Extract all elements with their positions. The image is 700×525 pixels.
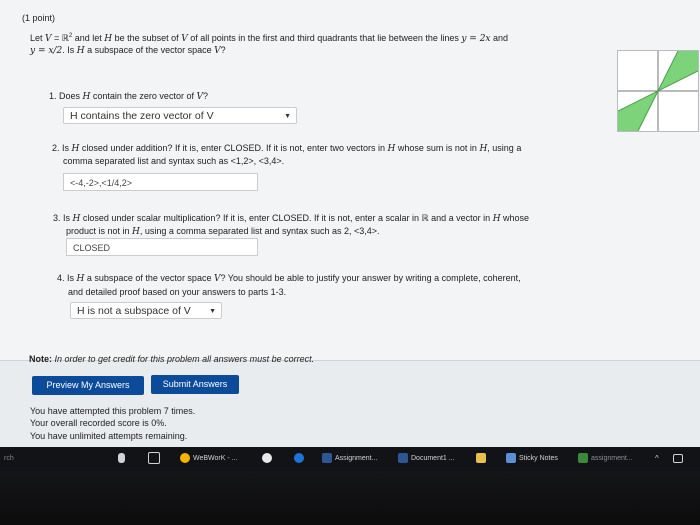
question-3-text-line1: 3. Is H closed under scalar multiplicati…	[53, 213, 530, 224]
question-3-text-line2: product is not in H, using a comma separ…	[66, 226, 380, 237]
question-2-text-line1: 2. Is H closed under addition? If it is,…	[52, 143, 522, 154]
note-text: Note: In order to get credit for this pr…	[29, 354, 315, 364]
monitor-bezel	[0, 471, 700, 525]
file-explorer-icon[interactable]	[476, 451, 489, 467]
question-2-text-line2: comma separated list and syntax such as …	[63, 156, 285, 166]
problem-intro-line1: Let V = ℝ2 and let H be the subset of V …	[30, 33, 509, 44]
remaining-status: You have unlimited attempts remaining.	[30, 431, 188, 441]
region-third-quadrant	[618, 91, 658, 131]
notification-icon[interactable]	[673, 451, 686, 467]
windows-taskbar: rch WeBWorK - ... Assignment... Document…	[0, 447, 700, 471]
region-first-quadrant	[658, 51, 698, 91]
word-icon	[398, 453, 408, 464]
question-1-select[interactable]: H contains the zero vector of V ▼	[63, 107, 297, 124]
problem-points: (1 point)	[22, 13, 56, 23]
chevron-up-icon[interactable]: ^	[655, 451, 659, 467]
taskbar-assignment[interactable]: Assignment...	[322, 451, 377, 467]
taskbar-assignment-2[interactable]: assignment...	[578, 451, 633, 467]
browser-page: (1 point) Let V = ℝ2 and let H be the su…	[0, 0, 700, 447]
submit-answers-button[interactable]: Submit Answers	[151, 375, 239, 394]
score-status: Your overall recorded score is 0%.	[30, 418, 167, 428]
word-icon	[322, 453, 332, 464]
region-graph[interactable]	[617, 50, 699, 132]
chevron-down-icon: ▼	[209, 308, 216, 315]
sticky-notes-icon	[506, 453, 516, 464]
question-1-text: 1. Does H contain the zero vector of V?	[49, 91, 208, 102]
task-view-icon[interactable]	[148, 451, 163, 467]
question-4-text-line1: 4. Is H a subspace of the vector space V…	[57, 273, 521, 284]
taskbar-document[interactable]: Document1 ...	[398, 451, 455, 467]
microphone-icon[interactable]	[118, 451, 128, 467]
chrome-icon	[180, 453, 190, 464]
region-graph-svg	[617, 50, 699, 132]
preview-answers-button[interactable]: Preview My Answers	[32, 376, 144, 395]
search-box[interactable]: rch	[4, 451, 14, 467]
settings-icon[interactable]	[262, 451, 275, 467]
question-4-select[interactable]: H is not a subspace of V ▼	[70, 302, 222, 319]
question-4-text-line2: and detailed proof based on your answers…	[68, 287, 287, 297]
taskbar-webwork[interactable]: WeBWorK - ...	[180, 451, 237, 467]
chevron-down-icon: ▼	[284, 113, 291, 120]
problem-panel: (1 point) Let V = ℝ2 and let H be the su…	[0, 0, 700, 361]
edge-icon[interactable]	[294, 451, 307, 467]
question-2-answer-input[interactable]: <-4,-2>,<1/4,2>	[63, 173, 258, 191]
problem-intro-line2: y = x/2. Is H a subspace of the vector s…	[30, 45, 226, 56]
app-icon	[578, 453, 588, 464]
question-3-answer-input[interactable]: CLOSED	[66, 238, 258, 256]
attempts-status: You have attempted this problem 7 times.	[30, 406, 196, 416]
taskbar-sticky-notes[interactable]: Sticky Notes	[506, 451, 558, 467]
